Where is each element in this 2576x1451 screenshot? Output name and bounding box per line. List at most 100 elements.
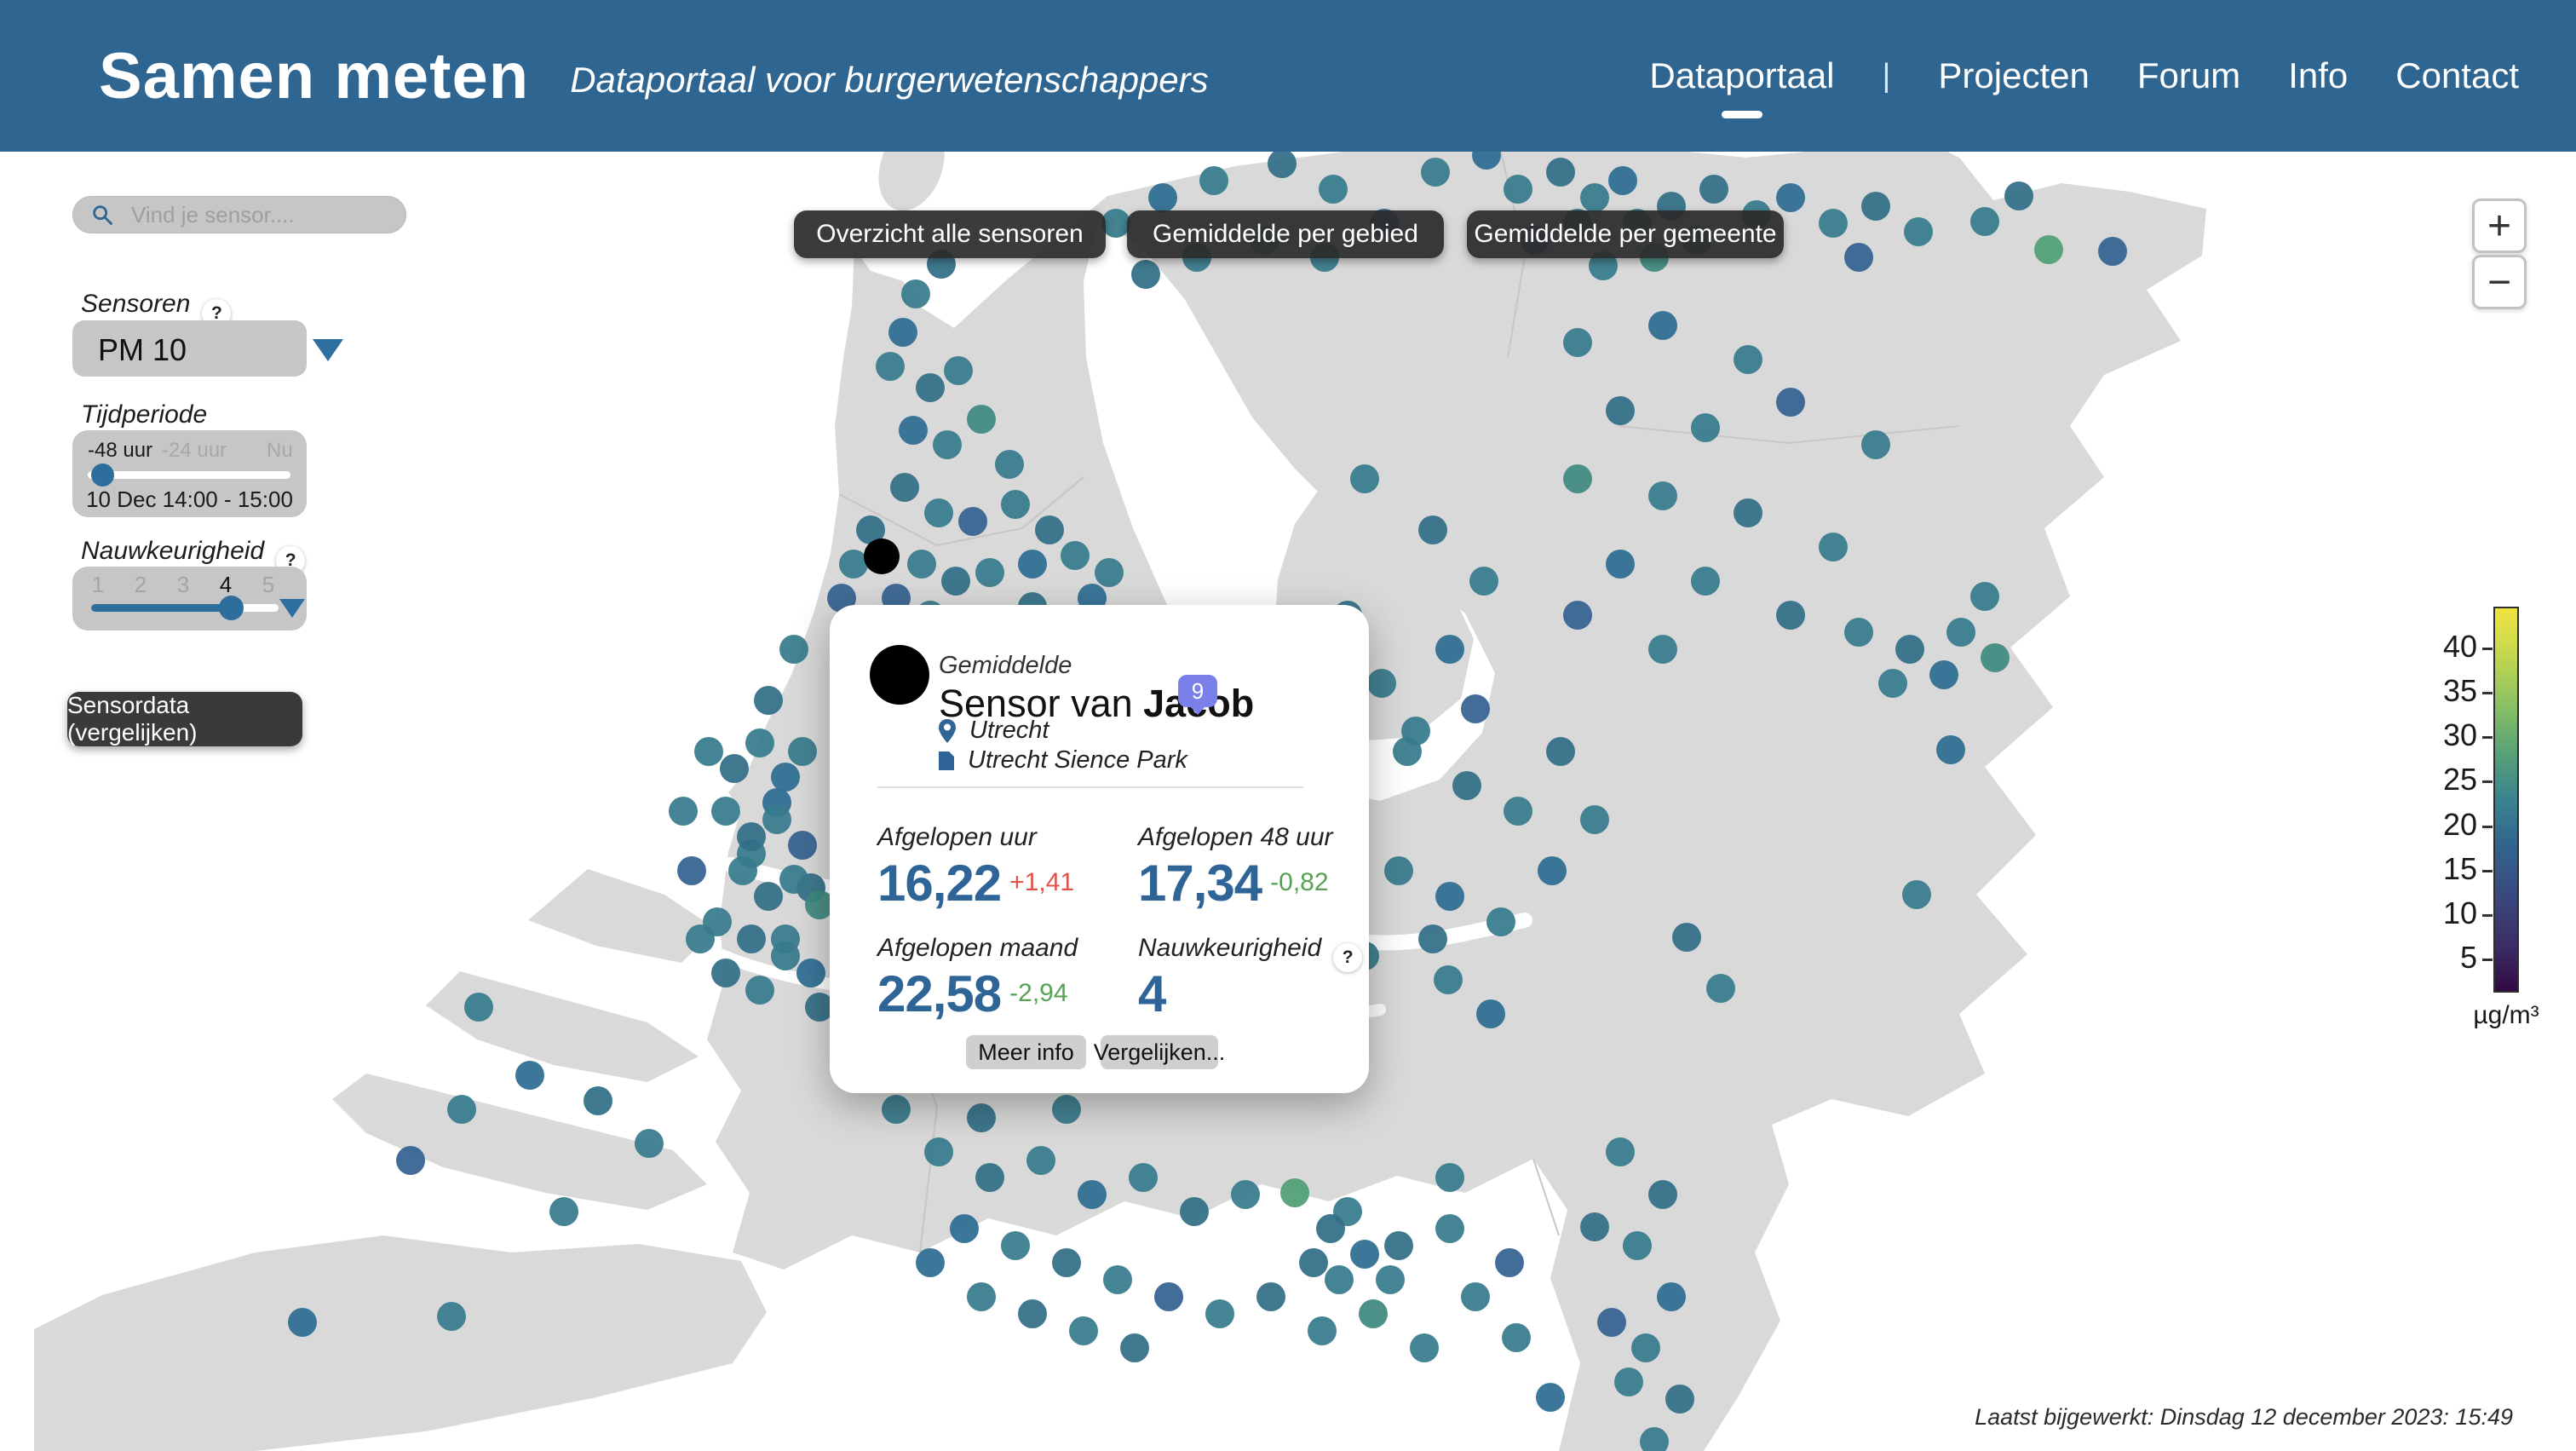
sensor-dot[interactable] — [1699, 175, 1728, 204]
sensor-dot[interactable] — [1154, 1282, 1183, 1311]
sensor-dot[interactable] — [1367, 669, 1396, 698]
accuracy-level-1[interactable]: 1 — [85, 572, 111, 598]
nav-dataportaal[interactable]: Dataportaal — [1649, 55, 1834, 96]
sensor-dot[interactable] — [635, 1129, 664, 1158]
sensor-dot[interactable] — [2034, 235, 2063, 264]
sensor-dot[interactable] — [745, 728, 774, 757]
sensor-dot[interactable] — [396, 1146, 425, 1175]
sensor-dot[interactable] — [584, 1086, 612, 1115]
selected-sensor-dot[interactable] — [864, 538, 900, 574]
sensor-dot[interactable] — [1069, 1316, 1098, 1345]
sensor-dot[interactable] — [1316, 1214, 1345, 1243]
sensor-dot[interactable] — [1580, 805, 1609, 834]
sensor-dot[interactable] — [933, 430, 962, 459]
zoom-in-button[interactable]: + — [2472, 199, 2527, 253]
nav-info[interactable]: Info — [2288, 55, 2348, 96]
sensor-dot[interactable] — [1095, 558, 1124, 587]
sensor-dot[interactable] — [1502, 1323, 1531, 1352]
sensor-dot[interactable] — [779, 635, 808, 664]
accuracy-level-4[interactable]: 4 — [213, 572, 239, 598]
sensor-dot[interactable] — [1970, 582, 1999, 611]
sensor-dot[interactable] — [1359, 1299, 1388, 1328]
sensor-dot[interactable] — [1734, 345, 1762, 374]
sensor-dot[interactable] — [907, 550, 936, 579]
sensor-dot[interactable] — [1129, 1163, 1158, 1192]
sensor-dot[interactable] — [1101, 209, 1130, 238]
sensor-dot[interactable] — [288, 1308, 317, 1337]
sensor-dot[interactable] — [1734, 498, 1762, 527]
compare-button[interactable]: Vergelijken... — [1101, 1035, 1218, 1069]
sensor-dot[interactable] — [1844, 243, 1873, 272]
sensor-dot[interactable] — [967, 405, 996, 434]
sensor-dot[interactable] — [1563, 601, 1592, 630]
sensor-dot[interactable] — [788, 737, 817, 766]
sensor-dot[interactable] — [737, 822, 766, 851]
sensor-dot[interactable] — [1018, 550, 1047, 579]
sensor-dot[interactable] — [1597, 1308, 1626, 1337]
sensor-dot[interactable] — [1410, 1333, 1439, 1362]
sensor-dot[interactable] — [754, 882, 783, 911]
sensor-dot[interactable] — [1418, 924, 1447, 953]
sensor-dot[interactable] — [1538, 856, 1567, 885]
sensor-dot[interactable] — [1672, 923, 1701, 952]
sensor-dot[interactable] — [1861, 192, 1890, 221]
sensor-dot[interactable] — [1299, 1248, 1328, 1277]
sensor-dot[interactable] — [941, 567, 970, 596]
sensor-dot[interactable] — [1970, 207, 1999, 236]
sensor-dot[interactable] — [1580, 1212, 1609, 1241]
accuracy-help-icon[interactable]: ? — [1333, 943, 1362, 972]
sensor-dot[interactable] — [1844, 618, 1873, 647]
sensor-dot[interactable] — [1421, 158, 1450, 187]
sensor-dot[interactable] — [1180, 1197, 1209, 1226]
sensor-dot[interactable] — [1504, 797, 1532, 826]
sensor-dot[interactable] — [711, 959, 740, 987]
sensor-dot[interactable] — [1936, 735, 1965, 764]
sensor-dot[interactable] — [1606, 550, 1635, 579]
sensor-dot[interactable] — [437, 1302, 466, 1331]
sensor-dot[interactable] — [1435, 1163, 1464, 1192]
sensor-dot[interactable] — [1648, 311, 1677, 340]
sensor-dot[interactable] — [1418, 515, 1447, 544]
sensor-dot[interactable] — [1199, 166, 1228, 195]
nav-projecten[interactable]: Projecten — [1938, 55, 2089, 96]
sensor-dot[interactable] — [745, 976, 774, 1005]
sensor-dot[interactable] — [1614, 1368, 1643, 1396]
nav-contact[interactable]: Contact — [2395, 55, 2519, 96]
sensor-dot[interactable] — [762, 805, 791, 834]
sensor-dot[interactable] — [1776, 183, 1805, 212]
sensor-dot[interactable] — [958, 507, 987, 536]
sensor-dot[interactable] — [1026, 1146, 1055, 1175]
sensor-dot[interactable] — [669, 797, 698, 826]
sensor-dot[interactable] — [515, 1061, 544, 1090]
sensor-dot[interactable] — [1861, 430, 1890, 459]
sensor-dot[interactable] — [1148, 183, 1177, 212]
sensor-dot[interactable] — [771, 941, 800, 970]
average-per-municipality-button[interactable]: Gemiddelde per gemeente — [1467, 210, 1784, 258]
accuracy-slider-thumb[interactable] — [219, 596, 244, 620]
sensor-dot[interactable] — [967, 1282, 996, 1311]
sensor-dot[interactable] — [1268, 149, 1297, 178]
sensor-dot[interactable] — [1231, 1180, 1260, 1209]
sensor-dot[interactable] — [1205, 1299, 1234, 1328]
average-per-area-button[interactable]: Gemiddelde per gebied — [1127, 210, 1444, 258]
sensor-dot[interactable] — [924, 498, 953, 527]
sensor-dot[interactable] — [1706, 974, 1735, 1003]
sensor-dot[interactable] — [944, 356, 973, 385]
sensor-dot[interactable] — [899, 416, 928, 445]
sensor-dot[interactable] — [1469, 567, 1498, 596]
sensor-dot[interactable] — [1486, 907, 1515, 936]
sensor-dot[interactable] — [1018, 1299, 1047, 1328]
sensor-dot[interactable] — [1776, 601, 1805, 630]
sensor-dot[interactable] — [1103, 1265, 1132, 1294]
sensor-dot[interactable] — [788, 831, 817, 860]
accuracy-level-5[interactable]: 5 — [256, 572, 281, 598]
sensor-dot[interactable] — [1393, 737, 1422, 766]
sensor-dot[interactable] — [1384, 1231, 1413, 1260]
sensor-dot[interactable] — [950, 1214, 979, 1243]
zoom-out-button[interactable]: − — [2472, 255, 2527, 309]
sensor-dot[interactable] — [728, 856, 757, 885]
sensor-dot[interactable] — [1319, 175, 1348, 204]
sensor-dot[interactable] — [995, 450, 1024, 479]
sensor-dot[interactable] — [890, 473, 919, 502]
sensor-dot[interactable] — [1606, 1137, 1635, 1166]
